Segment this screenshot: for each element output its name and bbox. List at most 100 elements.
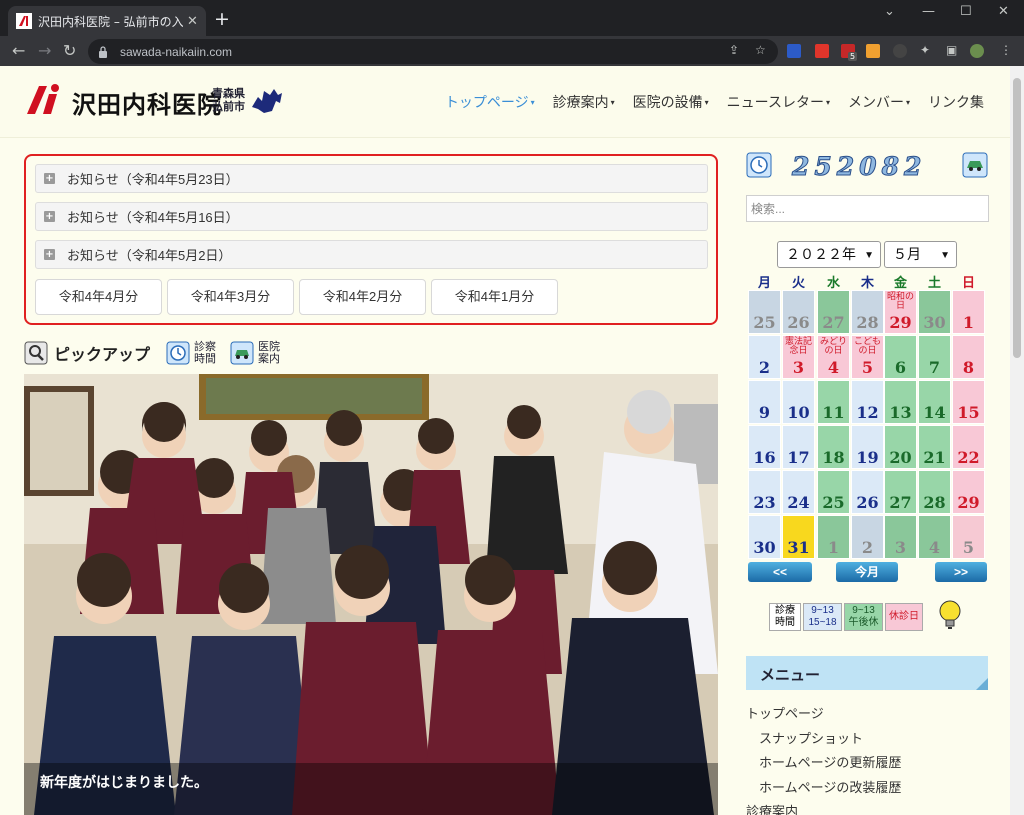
calendar-day-cell[interactable]: 26: [782, 290, 815, 334]
calendar-day-cell[interactable]: 27: [817, 290, 850, 334]
tab-search-icon[interactable]: ⌄: [884, 4, 895, 19]
calendar-day-cell[interactable]: 24: [782, 470, 815, 514]
extension-5-icon[interactable]: [893, 44, 907, 58]
nav-links[interactable]: リンク集: [928, 92, 984, 112]
calendar-day-cell[interactable]: 8: [952, 335, 985, 379]
day-number: 27: [889, 493, 912, 512]
clock-icon: [746, 152, 772, 178]
page-scrollbar[interactable]: [1010, 66, 1024, 815]
calendar-day-cell[interactable]: 27: [884, 470, 917, 514]
menu-item[interactable]: スナップショット: [759, 728, 863, 747]
browser-tab[interactable]: 沢田内科医院 – 弘前市の入院設備 ✕: [8, 6, 206, 36]
calendar-day-cell[interactable]: 12: [851, 380, 884, 424]
calendar-day-cell[interactable]: 7: [918, 335, 951, 379]
nav-facilities[interactable]: 医院の設備 ▾: [633, 92, 709, 112]
archive-month-button[interactable]: 令和4年2月分: [299, 279, 426, 315]
profile-avatar[interactable]: [970, 44, 984, 58]
calendar-day-cell[interactable]: 20: [884, 425, 917, 469]
calendar-day-cell[interactable]: 22: [952, 425, 985, 469]
calendar-day-cell[interactable]: こどもの日 5: [851, 335, 884, 379]
calendar-day-cell[interactable]: 25: [748, 290, 781, 334]
consultation-hours-link[interactable]: 診察 時間: [166, 341, 216, 365]
calendar-day-cell[interactable]: 1: [952, 290, 985, 334]
address-bar[interactable]: sawada-naikaiin.com: [88, 39, 778, 64]
month-select[interactable]: ５月 ▼: [884, 241, 957, 268]
calendar-day-cell[interactable]: 2: [851, 515, 884, 559]
back-arrow-icon[interactable]: ←: [12, 41, 25, 60]
side-panel-icon[interactable]: ▣: [946, 43, 957, 57]
extension-2-icon[interactable]: [815, 44, 829, 58]
menu-item[interactable]: ホームページの改装履歴: [759, 777, 901, 796]
minimize-icon[interactable]: —: [922, 4, 935, 19]
calendar-day-cell[interactable]: 9: [748, 380, 781, 424]
share-icon[interactable]: ⇪: [729, 43, 739, 57]
search-input[interactable]: [746, 195, 989, 222]
menu-item[interactable]: 診療案内: [746, 801, 798, 815]
archive-month-button[interactable]: 令和4年4月分: [35, 279, 162, 315]
calendar-day-cell[interactable]: 1: [817, 515, 850, 559]
clinic-logo-text[interactable]: 沢田内科医院: [72, 85, 222, 120]
car-icon: [962, 152, 988, 178]
year-select[interactable]: ２０２２年 ▼: [777, 241, 881, 268]
notice-label: お知らせ（令和4年5月23日）: [67, 172, 239, 187]
close-window-icon[interactable]: ✕: [998, 4, 1009, 19]
calendar-day-cell[interactable]: 3: [884, 515, 917, 559]
menu-item[interactable]: トップページ: [746, 703, 824, 722]
new-tab-button[interactable]: +: [214, 10, 230, 29]
day-number: 25: [822, 493, 845, 512]
calendar-day-cell[interactable]: 31: [782, 515, 815, 559]
notice-accordion[interactable]: + お知らせ（令和4年5月2日）: [35, 240, 708, 269]
clinic-logo-icon[interactable]: [25, 82, 67, 116]
calendar-day-cell[interactable]: 憲法記念日 3: [782, 335, 815, 379]
calendar-day-cell[interactable]: 23: [748, 470, 781, 514]
calendar-day-cell[interactable]: 30: [748, 515, 781, 559]
extensions-puzzle-icon[interactable]: ✦: [920, 43, 930, 57]
extension-4-icon[interactable]: [866, 44, 880, 58]
maximize-icon[interactable]: ☐: [960, 4, 972, 19]
calendar-day-cell[interactable]: 5: [952, 515, 985, 559]
scrollbar-thumb[interactable]: [1013, 78, 1021, 358]
notice-accordion[interactable]: + お知らせ（令和4年5月23日）: [35, 164, 708, 193]
clinic-guide-link[interactable]: 医院 案内: [230, 341, 280, 365]
nav-top-page[interactable]: トップページ ▾: [445, 92, 535, 112]
calendar-day-cell[interactable]: 28: [918, 470, 951, 514]
calendar-day-cell[interactable]: 14: [918, 380, 951, 424]
next-month-button[interactable]: >>: [935, 562, 987, 582]
calendar-day-cell[interactable]: 15: [952, 380, 985, 424]
calendar-day-cell[interactable]: 16: [748, 425, 781, 469]
calendar-day-cell[interactable]: 30: [918, 290, 951, 334]
calendar-day-cell[interactable]: 28: [851, 290, 884, 334]
extension-1-icon[interactable]: [787, 44, 801, 58]
nav-newsletter[interactable]: ニュースレター ▾: [727, 92, 830, 112]
archive-month-button[interactable]: 令和4年1月分: [431, 279, 558, 315]
calendar-day-cell[interactable]: 18: [817, 425, 850, 469]
archive-month-button[interactable]: 令和4年3月分: [167, 279, 294, 315]
prev-month-button[interactable]: <<: [748, 562, 812, 582]
notice-accordion[interactable]: + お知らせ（令和4年5月16日）: [35, 202, 708, 231]
forward-arrow-icon[interactable]: →: [38, 41, 51, 60]
calendar-day-cell[interactable]: 4: [918, 515, 951, 559]
calendar-day-cell[interactable]: 10: [782, 380, 815, 424]
calendar-day-cell[interactable]: 13: [884, 380, 917, 424]
nav-members[interactable]: メンバー ▾: [848, 92, 910, 112]
bookmark-star-icon[interactable]: ☆: [755, 43, 766, 57]
day-number: 1: [962, 313, 975, 332]
browser-menu-icon[interactable]: ⋮: [1000, 43, 1012, 57]
current-month-button[interactable]: 今月: [836, 562, 898, 582]
calendar-day-cell[interactable]: 21: [918, 425, 951, 469]
tab-close-icon[interactable]: ✕: [187, 14, 198, 29]
nav-clinic-info[interactable]: 診療案内 ▾: [553, 92, 615, 112]
reload-icon[interactable]: ↻: [63, 41, 76, 60]
calendar-day-cell[interactable]: 19: [851, 425, 884, 469]
menu-item[interactable]: ホームページの更新履歴: [759, 752, 901, 771]
calendar-day-cell[interactable]: 昭和の日 29: [884, 290, 917, 334]
calendar-day-cell[interactable]: 2: [748, 335, 781, 379]
calendar-day-cell[interactable]: 6: [884, 335, 917, 379]
calendar-day-cell[interactable]: 26: [851, 470, 884, 514]
calendar-day-cell[interactable]: 29: [952, 470, 985, 514]
calendar-day-cell[interactable]: 17: [782, 425, 815, 469]
calendar-day-cell[interactable]: みどりの日 4: [817, 335, 850, 379]
calendar-day-cell[interactable]: 11: [817, 380, 850, 424]
day-number: 7: [928, 358, 941, 377]
calendar-day-cell[interactable]: 25: [817, 470, 850, 514]
